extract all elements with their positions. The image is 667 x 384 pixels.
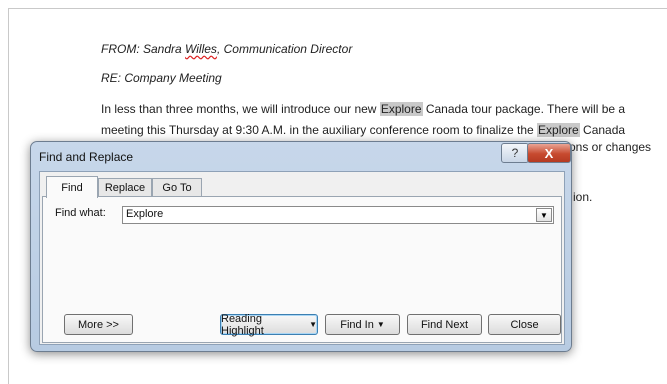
find-what-value: Explore (126, 208, 164, 220)
p1-text-b: Canada tour package. There will be a (422, 102, 626, 116)
from-name: Willes (185, 42, 217, 56)
from-prefix: FROM: Sandra (101, 42, 186, 56)
p1-text-a: In less than three months, we will intro… (101, 102, 380, 116)
tab-find[interactable]: Find (46, 176, 98, 198)
p2-text-b: Canada (579, 123, 626, 137)
reading-highlight-label: Reading Highlight (221, 312, 264, 337)
chevron-down-icon: ▼ (376, 320, 385, 329)
paragraph-line-2: meeting this Thursday at 9:30 A.M. in th… (101, 123, 625, 137)
find-tab-panel: Find what: Explore ▼ More >> Reading Hig… (42, 196, 562, 343)
close-icon: X (544, 145, 554, 161)
dialog-client: Find Replace Go To Find what: Explore ▼ … (39, 171, 565, 345)
more-button[interactable]: More >> (64, 314, 133, 335)
paragraph-line-3-partial: ons or changes (569, 140, 652, 154)
p2-text-a: meeting this Thursday at 9:30 A.M. in th… (101, 123, 538, 137)
paragraph-line-1: In less than three months, we will intro… (101, 102, 625, 116)
find-what-label: Find what: (55, 207, 106, 219)
find-in-label: Find In (340, 318, 374, 331)
find-in-button[interactable]: Find In ▼ (325, 314, 400, 335)
help-button[interactable]: ? (501, 143, 529, 163)
chevron-down-icon: ▼ (309, 320, 317, 329)
re-line: RE: Company Meeting (101, 71, 222, 85)
reading-highlight-button[interactable]: Reading Highlight ▼ (220, 312, 318, 337)
help-icon: ? (511, 146, 519, 160)
dialog-close-button[interactable]: X (527, 143, 571, 163)
close-button[interactable]: Close (488, 314, 561, 335)
from-suffix: , Communication Director (216, 42, 353, 56)
find-replace-dialog: Find and Replace ? X Find Replace Go To … (30, 141, 572, 352)
dialog-title: Find and Replace (39, 150, 134, 164)
from-line: FROM: Sandra Willes, Communication Direc… (101, 42, 352, 56)
paragraph-line-4-partial: ion. (573, 190, 593, 204)
tab-replace[interactable]: Replace (98, 178, 152, 197)
tab-go-to[interactable]: Go To (152, 178, 202, 197)
search-highlight: Explore (379, 102, 423, 116)
dropdown-arrow-icon[interactable]: ▼ (536, 208, 552, 222)
search-highlight: Explore (537, 123, 580, 137)
find-what-input[interactable]: Explore ▼ (122, 206, 554, 224)
find-next-button[interactable]: Find Next (407, 314, 482, 335)
